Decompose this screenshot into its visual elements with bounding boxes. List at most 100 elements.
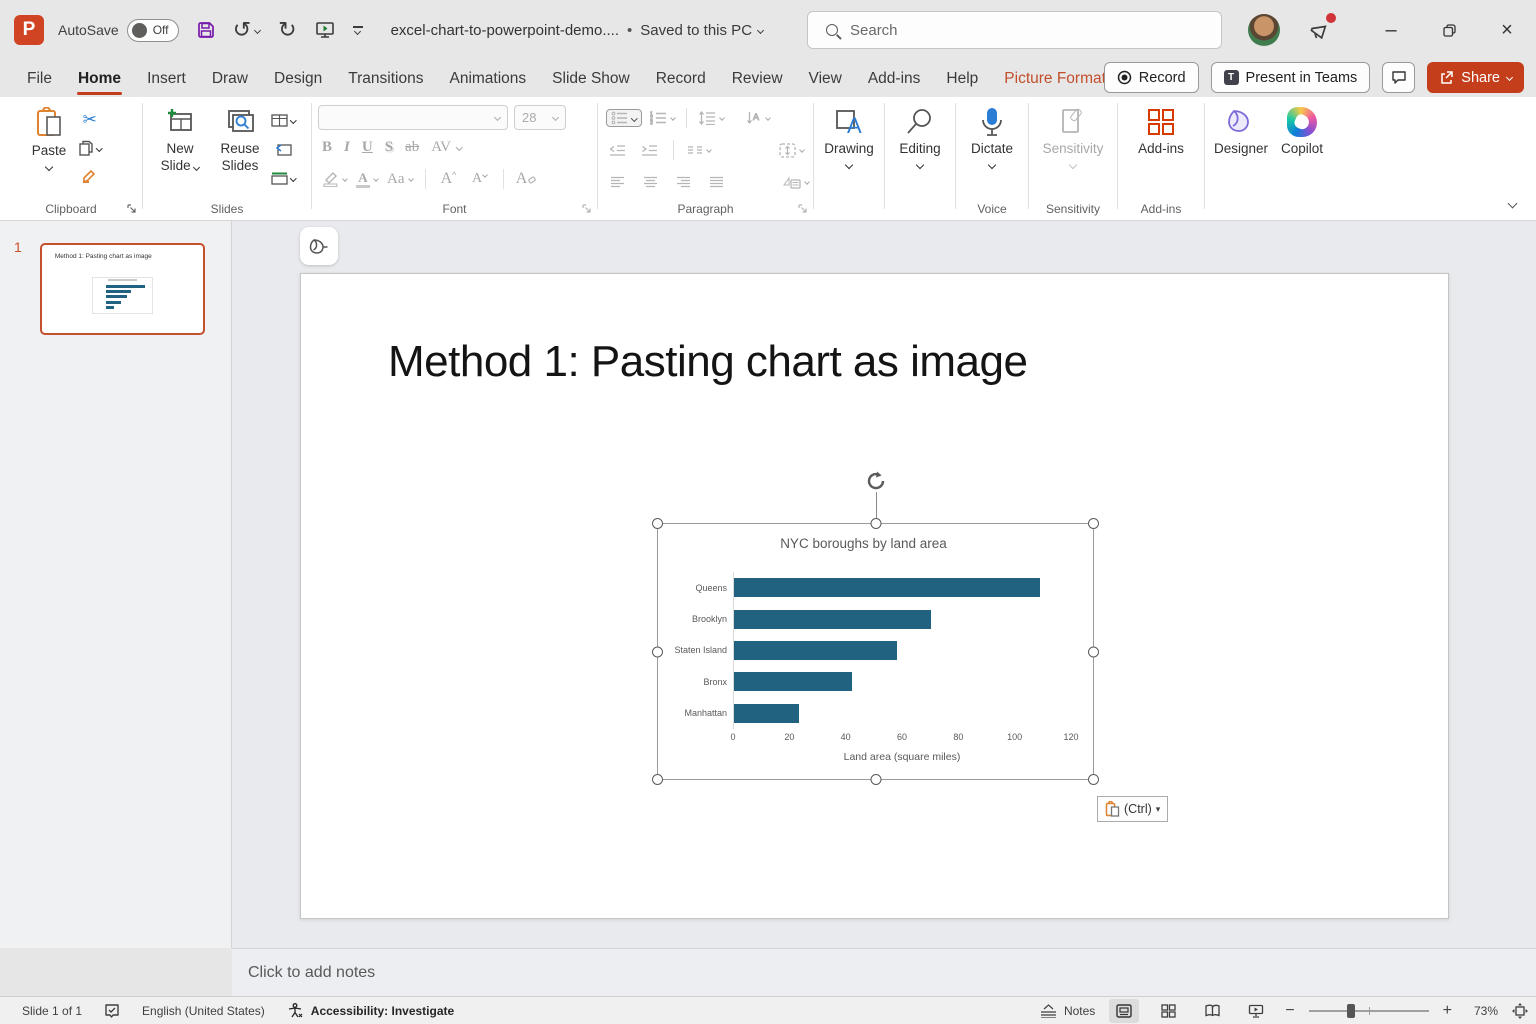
paste-dropdown[interactable] — [45, 163, 53, 171]
powerpoint-logo-icon[interactable]: P — [14, 15, 44, 45]
notes-toggle-button[interactable]: Notes — [1040, 1004, 1095, 1018]
collapse-ribbon-icon[interactable] — [1509, 194, 1516, 212]
zoom-in-button[interactable]: + — [1443, 1002, 1452, 1020]
user-avatar[interactable] — [1248, 14, 1280, 46]
decrease-indent-button[interactable] — [606, 139, 628, 161]
record-button[interactable]: Record — [1104, 62, 1199, 93]
font-size-select[interactable]: 28 — [514, 105, 566, 130]
tab-insert[interactable]: Insert — [134, 61, 199, 97]
slide-sorter-view-button[interactable] — [1153, 999, 1183, 1023]
align-right-button[interactable] — [672, 171, 694, 193]
resize-handle-e[interactable] — [1088, 646, 1099, 657]
resize-handle-s[interactable] — [870, 774, 881, 785]
tab-help[interactable]: Help — [933, 61, 991, 97]
tab-file[interactable]: File — [14, 61, 65, 97]
font-dialog-launcher[interactable] — [582, 204, 592, 214]
document-title[interactable]: excel-chart-to-powerpoint-demo.... • Sav… — [391, 22, 763, 39]
saved-status[interactable]: Saved to this PC — [640, 22, 763, 39]
tab-picture-format[interactable]: Picture Format — [991, 61, 1119, 97]
slide-layout-icon[interactable] — [271, 109, 296, 131]
comments-button[interactable] — [1382, 62, 1415, 93]
notes-pane[interactable]: Click to add notes — [232, 948, 1536, 996]
normal-view-button[interactable] — [1109, 999, 1139, 1023]
bold-button[interactable]: B — [322, 139, 332, 156]
tab-add-ins[interactable]: Add-ins — [855, 61, 934, 97]
numbering-button[interactable]: 123 — [650, 107, 675, 129]
drawing-button[interactable]: A Drawing — [820, 97, 878, 168]
align-left-button[interactable] — [606, 171, 628, 193]
section-icon[interactable] — [271, 167, 296, 189]
highlight-color-button[interactable] — [322, 168, 347, 190]
tab-record[interactable]: Record — [643, 61, 719, 97]
copilot-button[interactable]: Copilot — [1274, 97, 1330, 158]
align-center-button[interactable] — [639, 171, 661, 193]
strikethrough-button[interactable]: ab — [405, 139, 419, 156]
tab-view[interactable]: View — [796, 61, 855, 97]
text-shadow-button[interactable]: S — [385, 139, 393, 156]
columns-button[interactable] — [687, 139, 711, 161]
italic-button[interactable]: I — [344, 139, 350, 156]
zoom-slider[interactable] — [1309, 1010, 1429, 1012]
bullets-button[interactable] — [606, 109, 642, 127]
justify-button[interactable] — [705, 171, 727, 193]
format-painter-icon[interactable] — [78, 165, 102, 187]
language-indicator[interactable]: English (United States) — [142, 1004, 265, 1018]
copy-icon[interactable] — [78, 137, 102, 159]
tab-animations[interactable]: Animations — [436, 61, 539, 97]
tab-slide-show[interactable]: Slide Show — [539, 61, 643, 97]
sensitivity-button[interactable]: Sensitivity — [1035, 97, 1111, 168]
paragraph-dialog-launcher[interactable] — [798, 204, 808, 214]
reset-slide-icon[interactable] — [271, 138, 296, 160]
resize-handle-n[interactable] — [870, 518, 881, 529]
font-name-select[interactable] — [318, 105, 508, 130]
underline-button[interactable]: U — [362, 139, 373, 156]
font-color-button[interactable]: A — [356, 168, 378, 190]
cut-icon[interactable]: ✂ — [78, 109, 102, 131]
increase-font-size-button[interactable]: A^ — [438, 168, 460, 190]
slide-thumbnail[interactable]: Method 1: Pasting chart as image — [40, 243, 205, 335]
slide-editor-canvas[interactable]: Method 1: Pasting chart as image NYC bor… — [232, 221, 1536, 948]
slide-indicator[interactable]: Slide 1 of 1 — [22, 1004, 82, 1018]
resize-handle-nw[interactable] — [652, 518, 663, 529]
accessibility-status[interactable]: Accessibility: Investigate — [287, 1003, 454, 1018]
text-direction-button[interactable]: A — [746, 107, 770, 129]
customize-qat-icon[interactable] — [353, 26, 363, 34]
tab-design[interactable]: Design — [261, 61, 335, 97]
zoom-slider-thumb[interactable] — [1347, 1004, 1355, 1018]
slide[interactable]: Method 1: Pasting chart as image NYC bor… — [300, 273, 1449, 919]
slideshow-view-button[interactable] — [1241, 999, 1271, 1023]
paste-button[interactable]: Paste — [20, 97, 78, 187]
clipboard-dialog-launcher[interactable] — [127, 204, 137, 214]
search-input[interactable]: Search — [807, 11, 1222, 49]
rotate-handle[interactable] — [864, 469, 888, 493]
selected-chart-image[interactable]: NYC boroughs by land area QueensBrooklyn… — [657, 523, 1094, 780]
resize-handle-se[interactable] — [1088, 774, 1099, 785]
spellcheck-button[interactable] — [104, 1003, 120, 1018]
reuse-slides-button[interactable]: Reuse Slides — [211, 97, 269, 189]
announcements-icon[interactable] — [1308, 18, 1332, 42]
designer-button[interactable]: Designer — [1210, 97, 1272, 158]
change-case-button[interactable]: Aa — [387, 168, 413, 190]
tab-review[interactable]: Review — [719, 61, 796, 97]
zoom-out-button[interactable]: − — [1285, 1002, 1294, 1020]
fit-to-window-button[interactable] — [1512, 1003, 1528, 1019]
autosave-toggle[interactable]: Off — [127, 19, 179, 42]
redo-icon[interactable]: ↻ — [278, 19, 296, 41]
align-text-button[interactable] — [779, 139, 804, 161]
share-button[interactable]: Share — [1427, 62, 1524, 93]
line-spacing-button[interactable] — [698, 107, 724, 129]
increase-indent-button[interactable] — [638, 139, 660, 161]
restore-button[interactable] — [1420, 0, 1478, 60]
clear-formatting-button[interactable]: A — [516, 168, 538, 190]
addins-button[interactable]: Add-ins — [1129, 97, 1193, 158]
slide-title[interactable]: Method 1: Pasting chart as image — [388, 337, 1027, 387]
start-slideshow-icon[interactable] — [315, 21, 335, 39]
tab-home[interactable]: Home — [65, 61, 134, 97]
minimize-button[interactable]: – — [1362, 0, 1420, 60]
convert-to-smartart-button[interactable] — [782, 171, 809, 193]
editing-button[interactable]: Editing — [891, 97, 949, 168]
close-button[interactable]: × — [1478, 0, 1536, 60]
dictate-button[interactable]: Dictate — [963, 97, 1021, 168]
zoom-level[interactable]: 73% — [1466, 1004, 1498, 1018]
tab-transitions[interactable]: Transitions — [335, 61, 436, 97]
